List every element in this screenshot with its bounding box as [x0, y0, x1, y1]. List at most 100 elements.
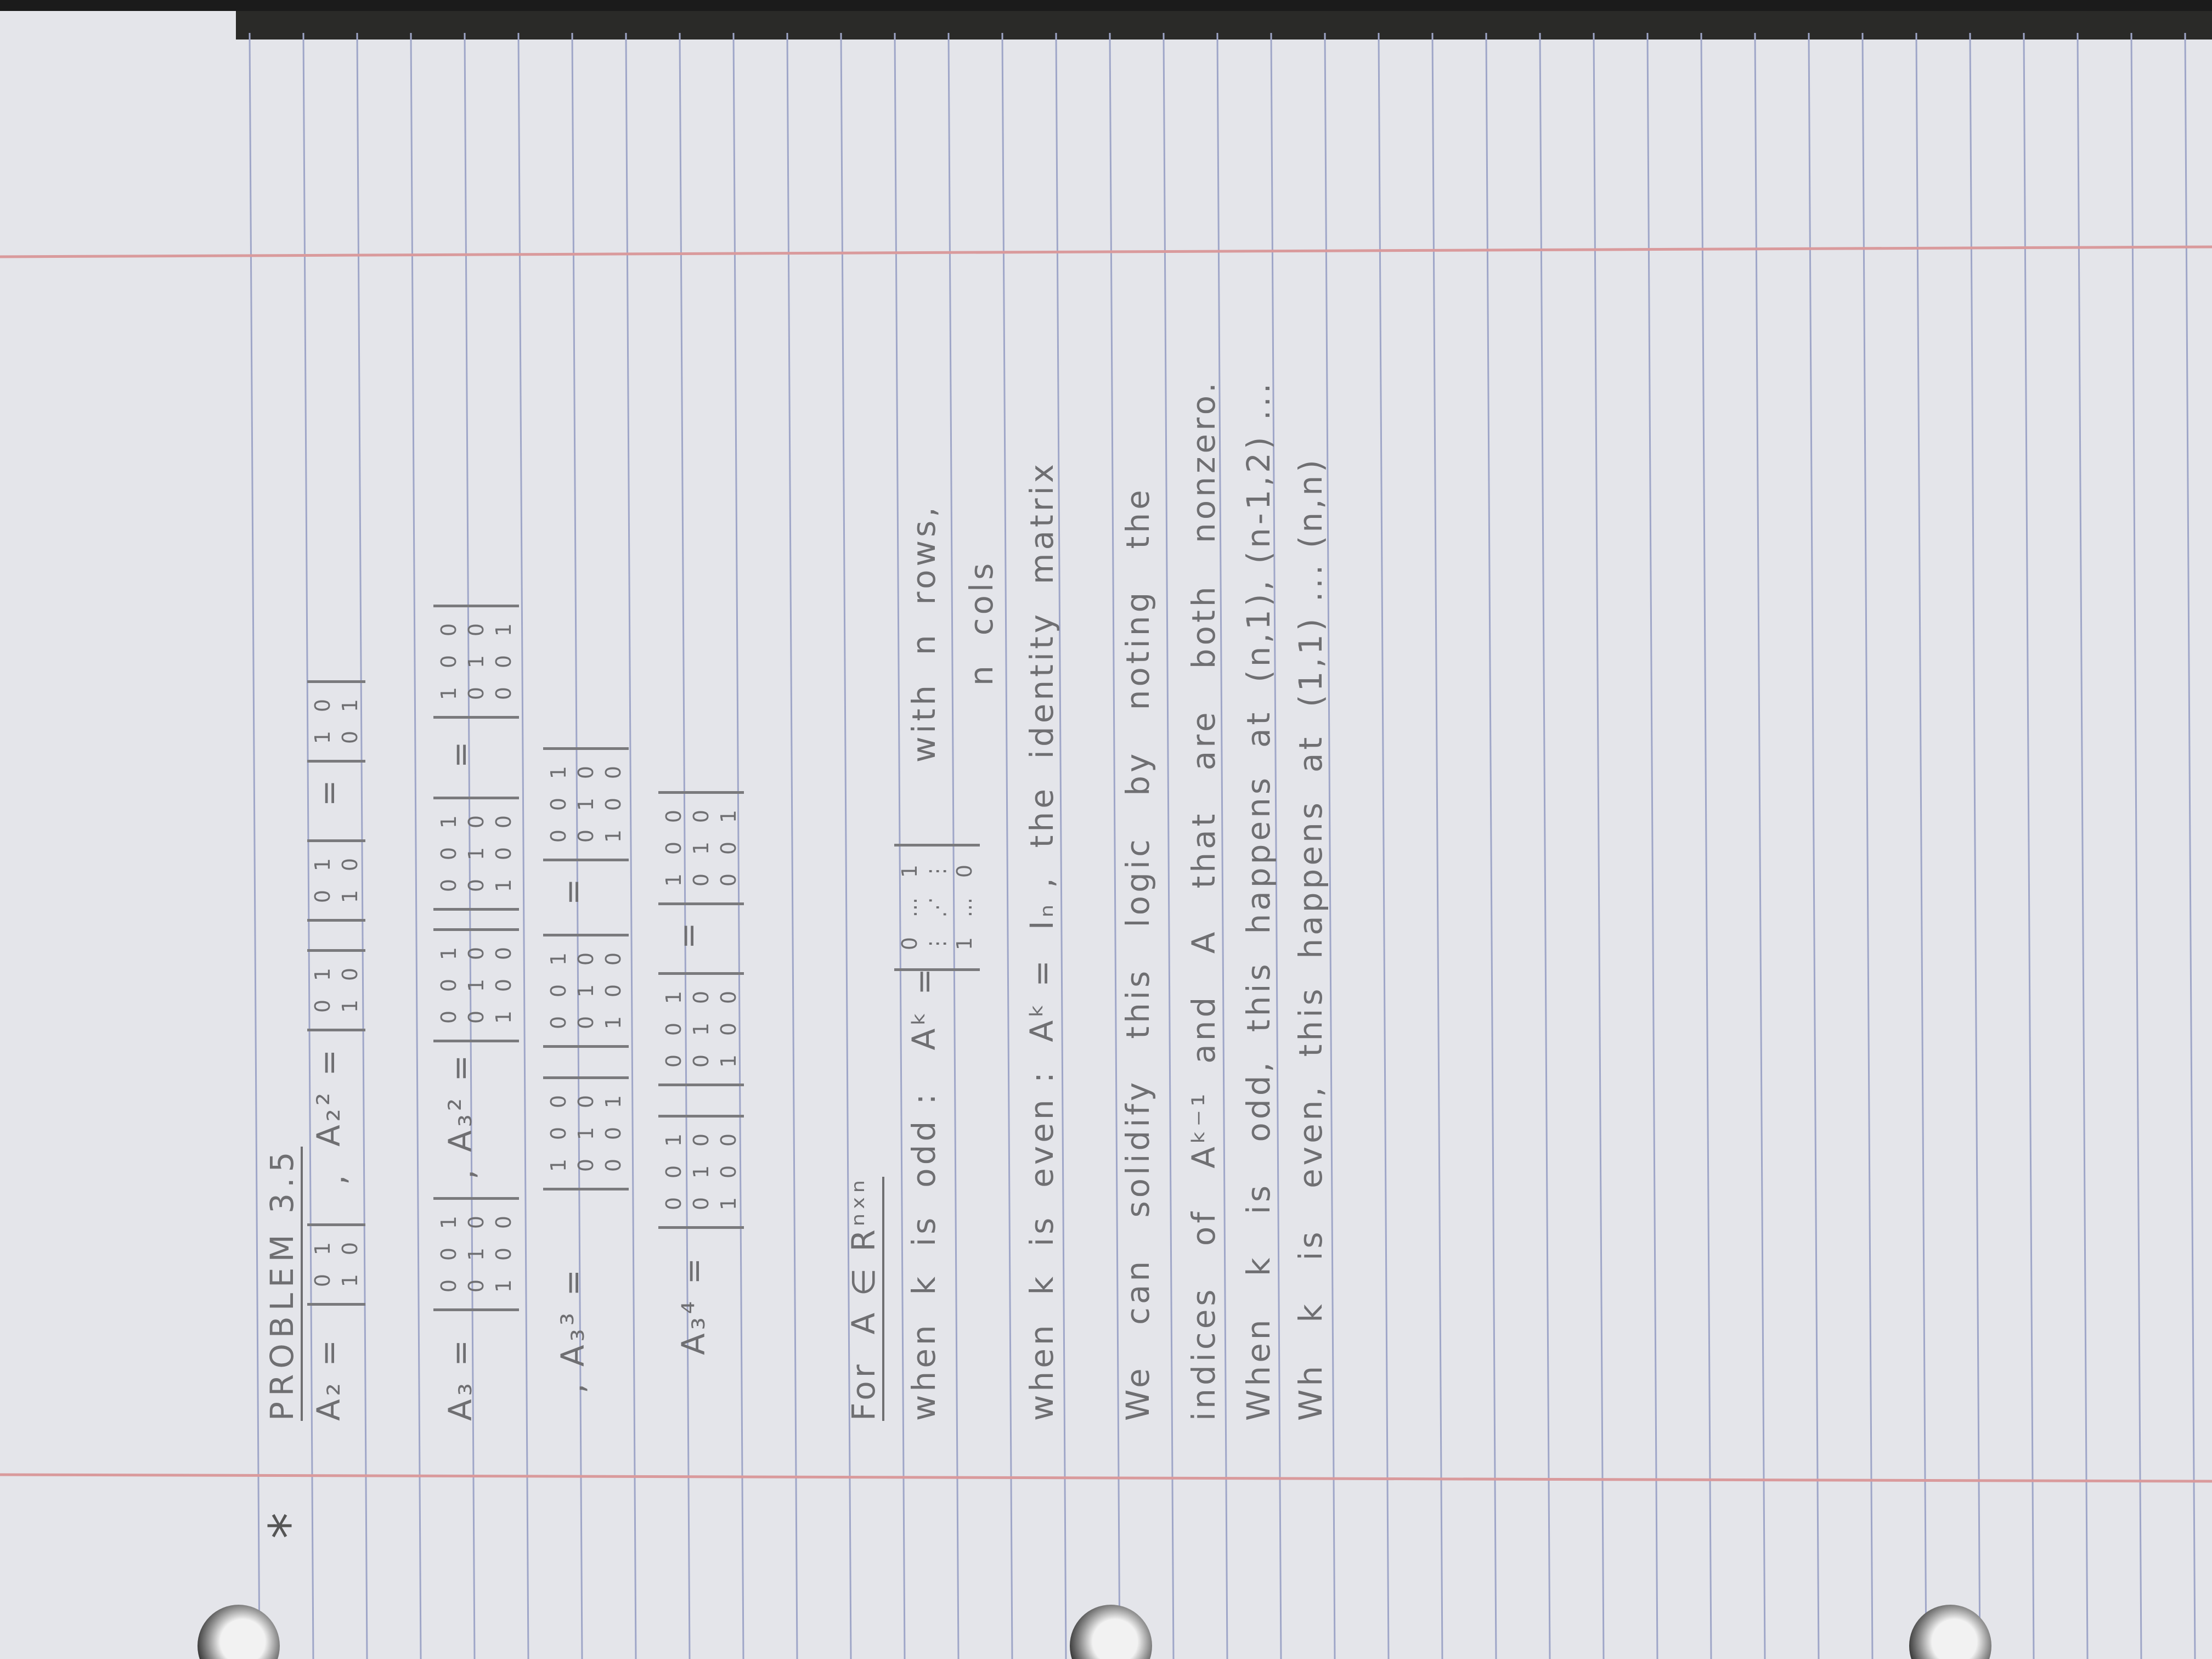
- eq3-matrix-2: 001010100: [543, 934, 629, 1048]
- matrix-entry: 0: [601, 1126, 625, 1141]
- matrix-entry: 0: [437, 1279, 461, 1293]
- matrix-entry: 0: [952, 864, 977, 878]
- eq4-lhs: A₃⁴ =: [675, 1254, 712, 1355]
- matrix-entry: 1: [546, 1158, 571, 1172]
- matrix-entry: 0: [338, 857, 362, 872]
- matrix-entry: 0: [311, 999, 335, 1013]
- matrix-entry: 1: [574, 797, 598, 811]
- matrix-entry: 0: [492, 946, 516, 961]
- matrix-entry: 1: [574, 1126, 598, 1141]
- eq2-lhs: A₃ =: [442, 1336, 479, 1421]
- matrix-entry: 0: [662, 1165, 686, 1179]
- eq1-lhs: A₂ =: [310, 1336, 347, 1421]
- matrix-entry: 0: [574, 1158, 598, 1172]
- notebook-paper: * PROBLEM 3.5 A₂ = 0110 , A₂² = 0110 011…: [0, 11, 2212, 1659]
- matrix-entry: 0: [492, 1215, 516, 1229]
- para-line-1: We can solidify this logic by noting the: [1119, 487, 1156, 1421]
- even-line: when k is even : Aᵏ = Iₙ , the identity …: [1023, 460, 1060, 1421]
- matrix-entry: 0: [311, 889, 335, 904]
- matrix-entry: 0: [574, 1094, 598, 1109]
- matrix-entry: 1: [716, 809, 741, 823]
- matrix-entry: 1: [338, 999, 362, 1013]
- eq2-matrix-2: 001010100: [433, 928, 519, 1042]
- matrix-entry: 1: [546, 952, 571, 966]
- matrix-entry: 1: [464, 978, 488, 992]
- matrix-entry: 0: [437, 847, 461, 861]
- matrix-entry: 0: [601, 952, 625, 966]
- matrix-entry: 0: [662, 1197, 686, 1211]
- matrix-entry: 1: [311, 967, 335, 981]
- matrix-entry: 1: [898, 864, 922, 878]
- eq3-equals: =: [554, 875, 591, 905]
- matrix-entry: 1: [464, 847, 488, 861]
- matrix-entry: 0: [716, 873, 741, 887]
- eq3-lhs: , A₃³ =: [554, 1266, 591, 1393]
- problem-title: PROBLEM 3.5: [263, 1146, 303, 1421]
- matrix-entry: 0: [311, 698, 335, 713]
- matrix-entry: 0: [546, 1126, 571, 1141]
- matrix-entry: 1: [492, 1010, 516, 1024]
- matrix-entry: 0: [546, 797, 571, 811]
- matrix-entry: 0: [311, 1273, 335, 1288]
- matrix-entry: 1: [689, 1165, 713, 1179]
- matrix-entry: 0: [464, 623, 488, 637]
- matrix-entry: 0: [601, 1158, 625, 1172]
- matrix-entry: 0: [437, 878, 461, 893]
- odd-note-cols: n cols: [963, 560, 1000, 686]
- star-mark: *: [258, 1513, 319, 1539]
- matrix-entry: 0: [437, 1010, 461, 1024]
- matrix-entry: 1: [338, 698, 362, 713]
- matrix-entry: 1: [689, 1022, 713, 1036]
- matrix-entry: 0: [716, 1133, 741, 1147]
- eq4-matrix-3: 100010001: [658, 791, 744, 905]
- matrix-entry: 0: [689, 809, 713, 823]
- matrix-entry: 0: [716, 1165, 741, 1179]
- eq4-matrix-2: 001010100: [658, 972, 744, 1086]
- matrix-entry: 1: [338, 889, 362, 904]
- matrix-entry: 0: [898, 936, 922, 951]
- matrix-entry: 0: [464, 1010, 488, 1024]
- matrix-entry: ⋰: [925, 897, 949, 918]
- matrix-entry: 0: [716, 1022, 741, 1036]
- matrix-entry: 0: [662, 1054, 686, 1068]
- matrix-entry: 0: [546, 1094, 571, 1109]
- matrix-entry: 1: [437, 686, 461, 701]
- matrix-entry: 0: [574, 952, 598, 966]
- matrix-entry: 0: [546, 1015, 571, 1030]
- eq2-matrix-4: 100010001: [433, 605, 519, 719]
- odd-note-rows: with n rows,: [905, 504, 943, 763]
- matrix-entry: 1: [689, 841, 713, 855]
- for-line: For A ∈ Rⁿˣⁿ: [845, 1177, 884, 1421]
- odd-matrix: 0... 1 ⋮ ⋰ ⋮ 1... 0: [894, 844, 980, 971]
- matrix-entry: 0: [492, 1247, 516, 1261]
- matrix-entry: 0: [492, 654, 516, 669]
- matrix-entry: ...: [898, 897, 922, 918]
- eq1-matrix-1: 0110: [307, 1223, 365, 1306]
- eq1-equals: =: [310, 776, 347, 806]
- matrix-entry: 1: [464, 1247, 488, 1261]
- para-line-4: Wh k is even, this happens at (1,1) ... …: [1292, 456, 1329, 1421]
- eq2-lhs2: A₃² =: [442, 1051, 479, 1152]
- matrix-entry: 0: [574, 1015, 598, 1030]
- matrix-entry: 1: [574, 984, 598, 998]
- matrix-entry: 1: [311, 857, 335, 872]
- matrix-entry: 0: [464, 946, 488, 961]
- matrix-entry: 0: [338, 1242, 362, 1256]
- matrix-entry: 0: [464, 686, 488, 701]
- matrix-entry: 1: [311, 1242, 335, 1256]
- eq2-equals: =: [442, 738, 479, 768]
- matrix-entry: 1: [716, 1197, 741, 1211]
- handwritten-notes: * PROBLEM 3.5 A₂ = 0110 , A₂² = 0110 011…: [0, 22, 2189, 1659]
- photo: * PROBLEM 3.5 A₂ = 0110 , A₂² = 0110 011…: [0, 0, 2212, 1659]
- matrix-entry: 0: [716, 990, 741, 1005]
- eq1-matrix-4: 1001: [307, 680, 365, 763]
- matrix-entry: 1: [338, 1273, 362, 1288]
- matrix-entry: 1: [546, 765, 571, 780]
- matrix-entry: 0: [437, 654, 461, 669]
- matrix-entry: ⋮: [925, 933, 949, 954]
- matrix-entry: 0: [601, 765, 625, 780]
- matrix-entry: 0: [492, 815, 516, 829]
- matrix-entry: 0: [662, 1022, 686, 1036]
- eq3-matrix-3: 001010100: [543, 747, 629, 861]
- matrix-entry: 0: [601, 984, 625, 998]
